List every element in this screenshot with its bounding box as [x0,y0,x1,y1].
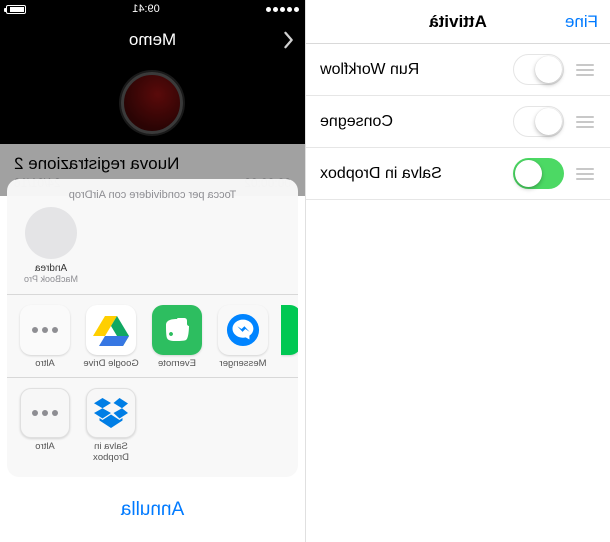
share-sheet: Tocca per condividere con AirDrop Andrea… [7,179,298,535]
status-time: 09:41 [132,3,160,15]
signal-icon [266,7,299,12]
more-icon [20,305,70,355]
status-bar: 09:41 [0,0,305,18]
messenger-icon [218,305,268,355]
share-app-evernote[interactable]: Evernote [149,305,205,369]
activity-row: Consegne [306,96,610,148]
reorder-handle-icon[interactable] [574,168,596,180]
activity-toggle[interactable] [513,158,564,189]
cancel-button[interactable]: Annulla [7,485,298,535]
recording-name: Nuova registrazione 2 [14,154,291,174]
activity-row: Salva in Dropbox [306,148,610,200]
record-button[interactable] [122,72,184,134]
share-action-dropbox[interactable]: Salva inDropbox [83,388,139,463]
done-button[interactable]: Fine [565,12,598,32]
activity-label: Consegne [320,113,503,131]
reorder-handle-icon[interactable] [574,64,596,76]
activity-label: Salva in Dropbox [320,165,503,183]
share-app-messenger[interactable]: Messenger [215,305,271,369]
chevron-left-icon [283,31,295,49]
back-button[interactable] [283,31,295,49]
evernote-icon [152,305,202,355]
nav-title: Memo [129,30,176,50]
activity-row: Run Workflow [306,44,610,96]
gdrive-icon [86,305,136,355]
activity-label: Run Workflow [320,61,503,79]
share-app-gdrive[interactable]: Google Drive [83,305,139,369]
activity-toggle[interactable] [513,106,564,137]
cut-icon [281,305,298,355]
airdrop-target[interactable]: AndreaMacBook Pro [21,207,81,284]
more-icon [20,388,70,438]
activity-toggle[interactable] [513,54,564,85]
dropbox-icon [86,388,136,438]
share-action-more[interactable]: Altro [17,388,73,463]
airdrop-hint: Tocca per condividere con AirDrop [7,189,298,203]
battery-icon [6,5,26,14]
share-app-more[interactable]: Altro [17,305,73,369]
reorder-handle-icon[interactable] [574,116,596,128]
share-app-cut[interactable] [281,305,298,369]
avatar [25,207,77,259]
